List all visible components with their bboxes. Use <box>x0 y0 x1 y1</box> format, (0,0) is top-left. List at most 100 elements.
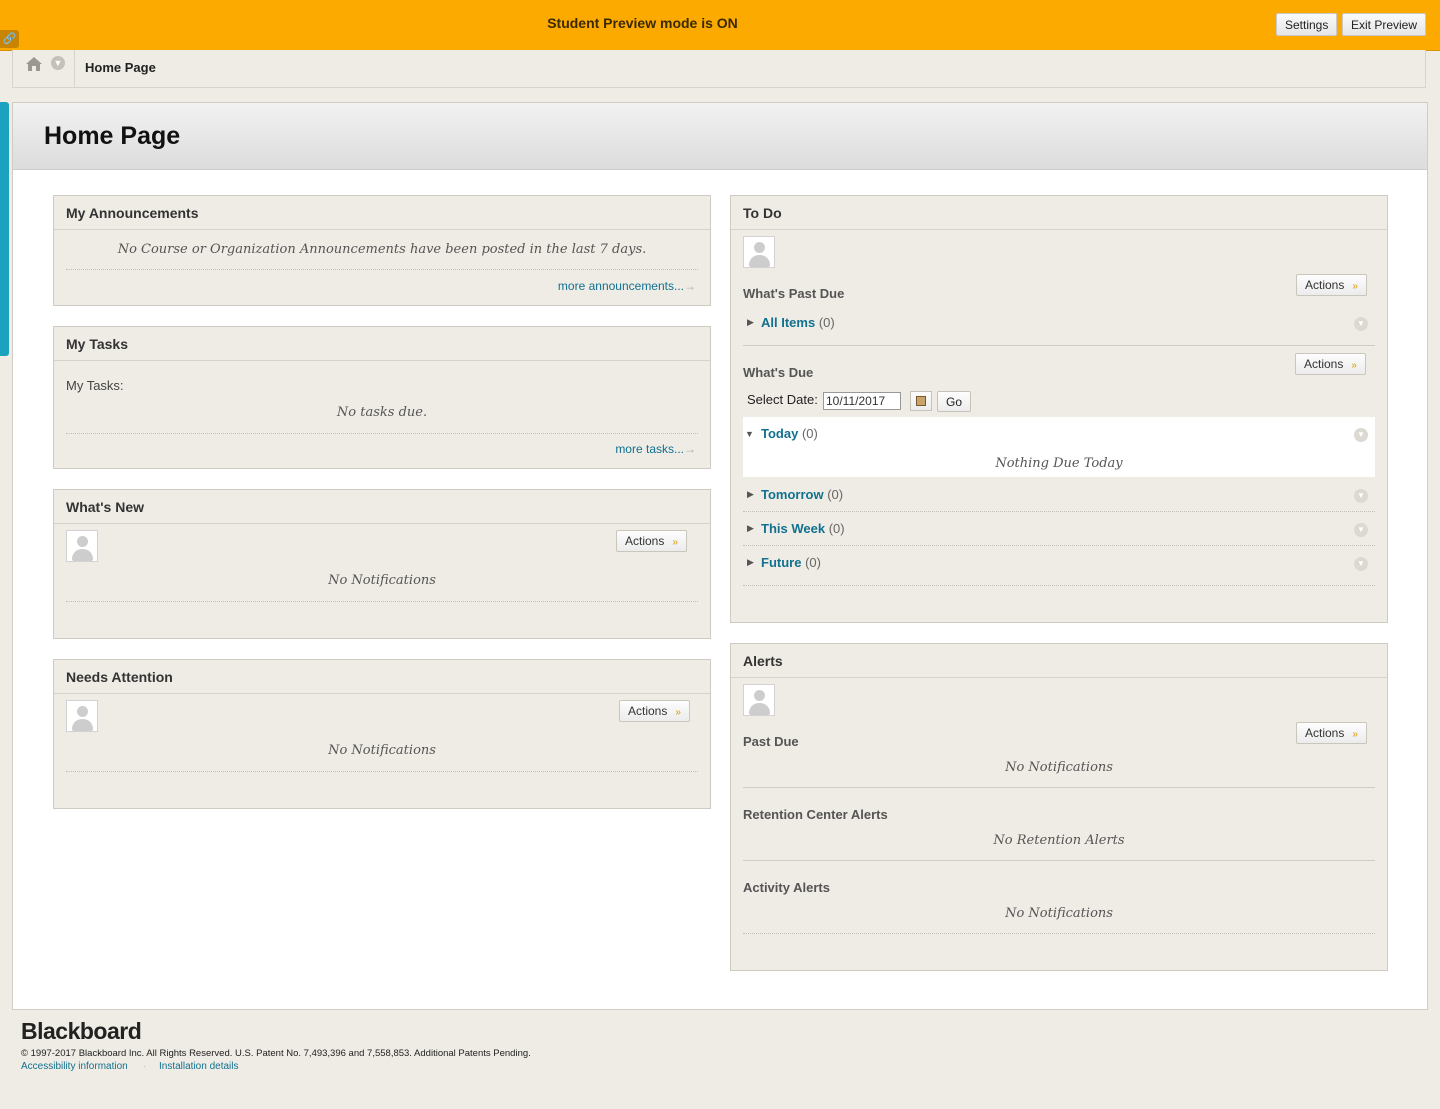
options-icon[interactable]: ▼ <box>1354 489 1368 503</box>
link-icon[interactable]: 🔗 <box>0 30 19 48</box>
more-tasks-label: more tasks... <box>615 442 684 456</box>
actions-label: Actions <box>625 534 665 548</box>
divider <box>743 545 1375 546</box>
divider <box>66 771 698 772</box>
course-menu-toggle[interactable] <box>0 102 9 356</box>
arrow-right-icon: → <box>684 279 696 293</box>
tasks-empty: No tasks due. <box>336 405 428 420</box>
all-items-link[interactable]: All Items (0) <box>761 315 835 330</box>
breadcrumb-current: Home Page <box>85 60 156 75</box>
page-title: Home Page <box>44 122 181 150</box>
module-title: To Do <box>731 196 1387 230</box>
collapse-icon[interactable]: ▼ <box>745 429 754 439</box>
tasks-label: My Tasks: <box>66 378 124 393</box>
page-header: Home Page <box>13 103 1427 170</box>
activity-alerts-empty: No Notifications <box>1005 906 1113 921</box>
module-title: My Announcements <box>54 196 710 230</box>
expand-icon[interactable]: ▶ <box>747 317 754 328</box>
accessibility-link[interactable]: Accessibility information <box>21 1061 128 1072</box>
chevron-down-icon: » <box>672 537 678 548</box>
alerts-actions-button[interactable]: Actions » <box>1296 722 1367 744</box>
divider <box>743 933 1375 934</box>
avatar-icon <box>743 236 775 268</box>
expand-icon[interactable]: ▶ <box>747 557 754 568</box>
todo-module: To Do Actions » What's Past Due ▶ All Ite… <box>730 195 1388 623</box>
activity-alerts-heading: Activity Alerts <box>743 880 830 895</box>
divider <box>743 860 1375 861</box>
chevron-down-icon: » <box>675 707 681 718</box>
expand-icon[interactable]: ▶ <box>747 523 754 534</box>
whats-due-actions-button[interactable]: Actions » <box>1295 353 1366 375</box>
preview-mode-title: Student Preview mode is ON <box>547 15 738 31</box>
today-label: Today <box>761 426 799 441</box>
divider <box>743 787 1375 788</box>
avatar-icon <box>66 700 98 732</box>
home-icon[interactable] <box>25 56 43 72</box>
calendar-icon[interactable] <box>910 391 932 411</box>
whats-due-heading: What's Due <box>743 365 814 380</box>
module-title: Needs Attention <box>54 660 710 694</box>
arrow-right-icon: → <box>684 442 696 456</box>
avatar-icon <box>66 530 98 562</box>
past-due-alerts-empty: No Notifications <box>1005 760 1113 775</box>
module-title: Alerts <box>731 644 1387 678</box>
breadcrumb: ▼ Home Page <box>12 50 1426 88</box>
breadcrumb-divider <box>74 50 75 88</box>
copyright-text: © 1997-2017 Blackboard Inc. All Rights R… <box>21 1048 531 1059</box>
expand-icon[interactable]: ▶ <box>747 489 754 500</box>
this-week-count: (0) <box>828 521 845 536</box>
actions-label: Actions <box>1304 357 1344 371</box>
chevron-down-icon[interactable]: ▼ <box>51 56 65 70</box>
options-icon[interactable]: ▼ <box>1354 317 1368 331</box>
past-due-alerts-heading: Past Due <box>743 734 799 749</box>
today-panel: ▼ Today (0) ▼ Nothing Due Today <box>743 417 1375 477</box>
tomorrow-link[interactable]: Tomorrow (0) <box>761 487 843 502</box>
actions-label: Actions <box>1305 726 1345 740</box>
needs-attention-actions-button[interactable]: Actions » <box>619 700 690 722</box>
go-button[interactable]: Go <box>937 391 972 412</box>
tomorrow-count: (0) <box>827 487 844 502</box>
settings-button[interactable]: Settings <box>1276 13 1338 36</box>
divider <box>66 601 698 602</box>
options-icon[interactable]: ▼ <box>1354 428 1368 442</box>
date-field[interactable]: 10/11/2017 <box>823 392 901 410</box>
past-due-heading: What's Past Due <box>743 286 845 301</box>
whats-new-module: What's New Actions » No Notifications <box>53 489 711 639</box>
tomorrow-label: Tomorrow <box>761 487 824 502</box>
content-area: Home Page My Announcements No Course or … <box>12 102 1428 1010</box>
alerts-module: Alerts Actions » Past Due No Notification… <box>730 643 1388 971</box>
chevron-down-icon: » <box>1352 729 1358 740</box>
past-due-actions-button[interactable]: Actions » <box>1296 274 1367 296</box>
installation-details-link[interactable]: Installation details <box>159 1061 239 1072</box>
select-date-label: Select Date: <box>747 392 818 407</box>
exit-preview-button[interactable]: Exit Preview <box>1342 13 1427 36</box>
divider <box>743 511 1375 512</box>
tasks-module: My Tasks My Tasks: No tasks due. more ta… <box>53 326 711 469</box>
needs-attention-module: Needs Attention Actions » No Notification… <box>53 659 711 809</box>
more-announcements-label: more announcements... <box>557 279 684 293</box>
divider <box>66 433 698 434</box>
chevron-down-icon: » <box>1352 281 1358 292</box>
today-link[interactable]: Today (0) <box>761 426 818 441</box>
today-count: (0) <box>801 426 818 441</box>
module-title: My Tasks <box>54 327 710 361</box>
footer-separator: · <box>143 1061 147 1072</box>
needs-attention-empty: No Notifications <box>328 743 436 758</box>
divider <box>743 585 1375 586</box>
divider <box>743 345 1375 346</box>
retention-alerts-empty: No Retention Alerts <box>993 833 1125 848</box>
more-announcements-link[interactable]: more announcements...→ <box>558 279 696 293</box>
this-week-link[interactable]: This Week (0) <box>761 521 845 536</box>
actions-label: Actions <box>1305 278 1345 292</box>
more-tasks-link[interactable]: more tasks...→ <box>615 442 696 456</box>
today-empty: Nothing Due Today <box>995 456 1123 471</box>
all-items-label: All Items <box>761 315 816 330</box>
options-icon[interactable]: ▼ <box>1354 557 1368 571</box>
module-title: What's New <box>54 490 710 524</box>
whats-new-actions-button[interactable]: Actions » <box>616 530 687 552</box>
future-label: Future <box>761 555 802 570</box>
future-count: (0) <box>805 555 821 570</box>
chevron-down-icon: » <box>1351 360 1357 371</box>
future-link[interactable]: Future (0) <box>761 555 821 570</box>
options-icon[interactable]: ▼ <box>1354 523 1368 537</box>
